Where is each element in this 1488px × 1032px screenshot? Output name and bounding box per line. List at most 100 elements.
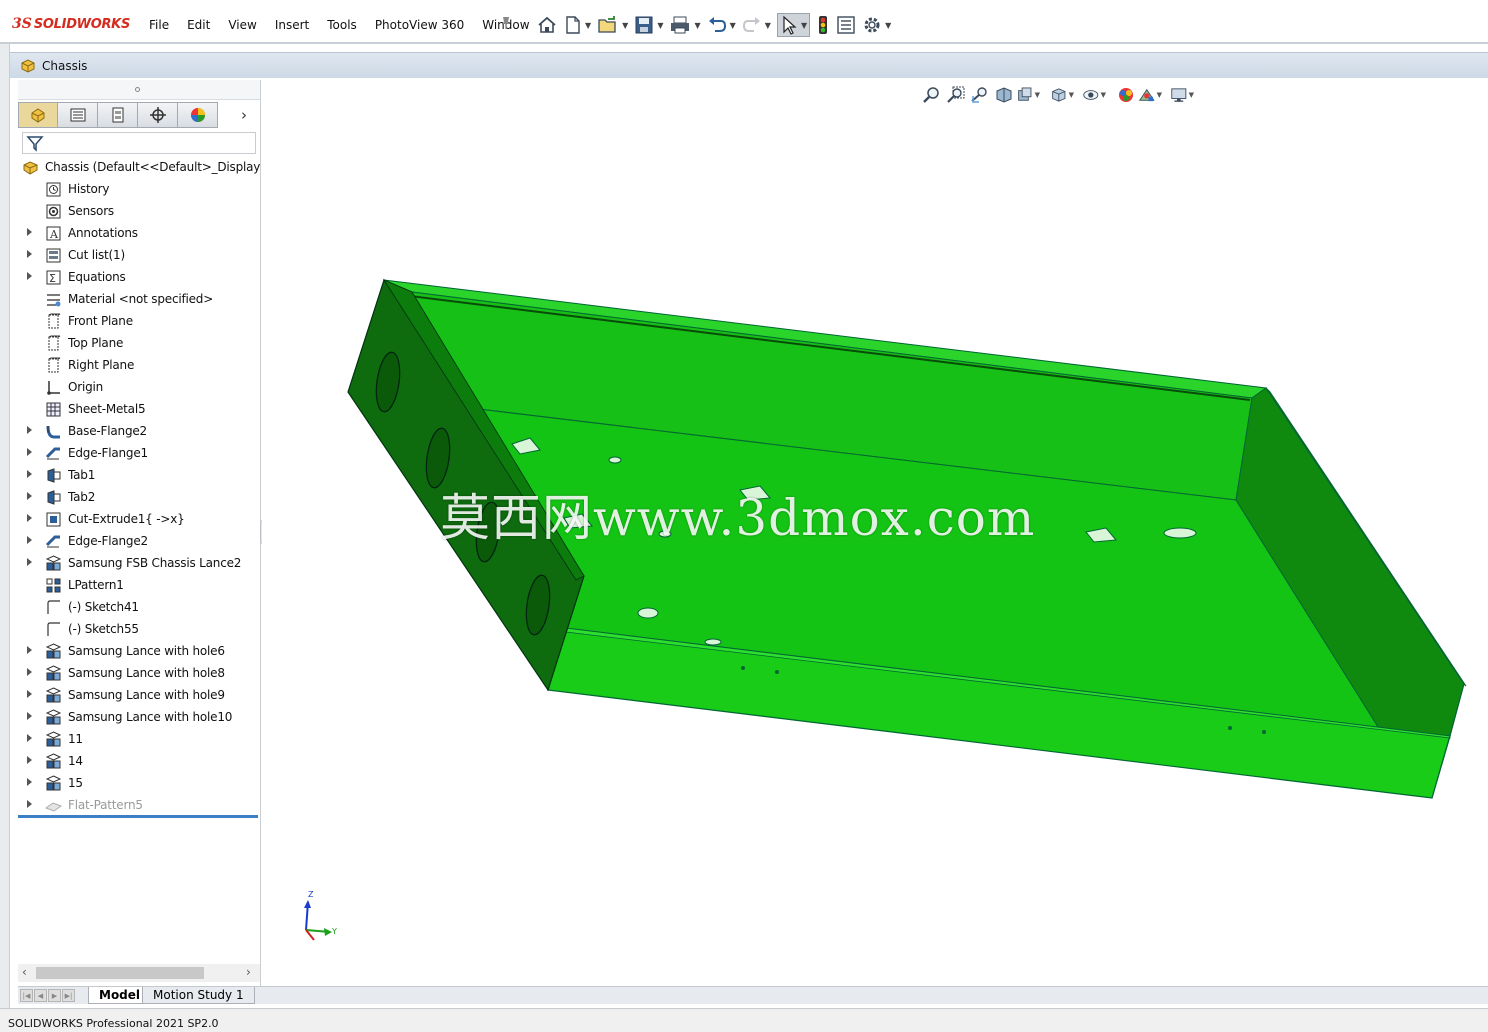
tree-item[interactable]: Origin — [18, 376, 260, 398]
file-properties-icon[interactable] — [836, 13, 856, 37]
tree-item[interactable]: Cut-Extrude1{ ->x} — [18, 508, 260, 530]
chevron-down-icon[interactable]: ▼ — [622, 21, 628, 30]
tree-item[interactable]: Right Plane — [18, 354, 260, 376]
expand-arrow-icon[interactable] — [27, 470, 32, 478]
expand-arrow-icon[interactable] — [27, 250, 32, 258]
tree-item[interactable]: LPattern1 — [18, 574, 260, 596]
cut-list-icon — [45, 247, 62, 264]
tree-item[interactable]: 15 — [18, 772, 260, 794]
rollback-bar[interactable] — [18, 815, 258, 818]
print-icon[interactable]: ▼ — [669, 13, 701, 37]
expand-arrow-icon[interactable] — [27, 668, 32, 676]
sketch-icon — [45, 621, 62, 638]
tree-item[interactable]: Flat-Pattern5 — [18, 794, 260, 816]
save-icon[interactable]: ▼ — [634, 13, 663, 37]
tab-motion-study[interactable]: Motion Study 1 — [142, 987, 255, 1004]
featuremanager-tab[interactable] — [18, 102, 58, 128]
undo-icon[interactable]: ▼ — [707, 13, 736, 37]
menu-edit[interactable]: Edit — [178, 18, 219, 32]
chevron-down-icon[interactable]: ▼ — [657, 21, 663, 30]
propertymanager-tab[interactable] — [58, 102, 98, 128]
options-icon[interactable]: ▼ — [862, 13, 891, 37]
expand-arrow-icon[interactable] — [27, 536, 32, 544]
expand-arrow-icon[interactable] — [27, 228, 32, 236]
tree-item[interactable]: Edge-Flange2 — [18, 530, 260, 552]
tree-item[interactable]: Tab2 — [18, 486, 260, 508]
expand-arrow-icon[interactable] — [27, 712, 32, 720]
scroll-thumb[interactable] — [36, 967, 204, 979]
expand-arrow-icon[interactable] — [27, 800, 32, 808]
tree-item[interactable]: 14 — [18, 750, 260, 772]
expand-arrow-icon[interactable] — [27, 734, 32, 742]
document-title-bar: Chassis — [10, 52, 1488, 78]
menu-view[interactable]: View — [219, 18, 265, 32]
pin-icon[interactable] — [500, 16, 512, 33]
tree-item[interactable]: Front Plane — [18, 310, 260, 332]
displaymanager-tab[interactable] — [178, 102, 218, 128]
tree-item[interactable]: Samsung FSB Chassis Lance2 — [18, 552, 260, 574]
tree-item[interactable]: History — [18, 178, 260, 200]
scroll-right-icon[interactable]: › — [246, 965, 251, 979]
expand-arrow-icon[interactable] — [27, 492, 32, 500]
dimxpertmanager-tab[interactable] — [138, 102, 178, 128]
tree-item[interactable]: Top Plane — [18, 332, 260, 354]
chevron-down-icon[interactable]: ▼ — [765, 21, 771, 30]
select-icon[interactable]: ▼ — [776, 13, 811, 37]
home-icon[interactable] — [536, 13, 558, 37]
tree-item[interactable]: Samsung Lance with hole10 — [18, 706, 260, 728]
tree-item[interactable]: Base-Flange2 — [18, 420, 260, 442]
expand-arrow-icon[interactable] — [27, 756, 32, 764]
tree-item[interactable]: Sheet-Metal5 — [18, 398, 260, 420]
tree-filter-input[interactable] — [22, 132, 256, 154]
tree-item[interactable]: Material <not specified> — [18, 288, 260, 310]
expand-arrow-icon[interactable] — [27, 558, 32, 566]
expand-arrow-icon[interactable] — [27, 514, 32, 522]
tree-item[interactable]: Tab1 — [18, 464, 260, 486]
tree-item[interactable]: (-) Sketch41 — [18, 596, 260, 618]
chevron-down-icon[interactable]: ▼ — [801, 21, 807, 30]
redo-icon[interactable]: ▼ — [742, 13, 771, 37]
chevron-down-icon[interactable]: ▼ — [730, 21, 736, 30]
first-tab-icon[interactable]: |◀ — [20, 989, 33, 1002]
menu-file[interactable]: File — [140, 18, 178, 32]
scroll-left-icon[interactable]: ‹ — [22, 965, 27, 979]
tree-item[interactable]: 11 — [18, 728, 260, 750]
rebuild-icon[interactable] — [816, 13, 830, 37]
menu-insert[interactable]: Insert — [266, 18, 318, 32]
chevron-down-icon[interactable]: ▼ — [885, 21, 891, 30]
tree-root-part[interactable]: Chassis (Default<<Default>_Display Stat — [18, 156, 260, 178]
configurationmanager-tab[interactable] — [98, 102, 138, 128]
prev-tab-icon[interactable]: ◀ — [34, 989, 47, 1002]
tree-item-label: Equations — [68, 270, 126, 284]
last-tab-icon[interactable]: ▶| — [62, 989, 75, 1002]
plane-icon — [45, 335, 62, 352]
next-tab-icon[interactable]: ▶ — [48, 989, 61, 1002]
expand-arrow-icon[interactable] — [27, 448, 32, 456]
tree-item[interactable]: Samsung Lance with hole6 — [18, 640, 260, 662]
chevron-right-icon[interactable]: › — [241, 106, 247, 124]
chevron-down-icon[interactable]: ▼ — [694, 21, 700, 30]
tree-item[interactable]: Cut list(1) — [18, 244, 260, 266]
tree-item[interactable]: Sensors — [18, 200, 260, 222]
solidworks-logo[interactable]: 3S SOLIDWORKS — [12, 14, 130, 34]
expand-arrow-icon[interactable] — [27, 778, 32, 786]
annotations-icon: A — [45, 225, 62, 242]
tree-item[interactable]: (-) Sketch55 — [18, 618, 260, 640]
expand-arrow-icon[interactable] — [27, 272, 32, 280]
tree-item[interactable]: A Annotations — [18, 222, 260, 244]
expand-arrow-icon[interactable] — [27, 690, 32, 698]
expand-arrow-icon[interactable] — [27, 646, 32, 654]
open-icon[interactable]: ▼ — [597, 13, 628, 37]
menu-photoview[interactable]: PhotoView 360 — [366, 18, 473, 32]
tree-item[interactable]: Σ Equations — [18, 266, 260, 288]
menu-tools[interactable]: Tools — [318, 18, 366, 32]
chevron-down-icon[interactable]: ▼ — [585, 21, 591, 30]
tree-item[interactable]: Edge-Flange1 — [18, 442, 260, 464]
tree-item-label: Material <not specified> — [68, 292, 214, 306]
panel-grip[interactable] — [18, 80, 260, 100]
tree-item[interactable]: Samsung Lance with hole9 — [18, 684, 260, 706]
tree-item[interactable]: Samsung Lance with hole8 — [18, 662, 260, 684]
expand-arrow-icon[interactable] — [27, 426, 32, 434]
horizontal-scrollbar[interactable]: ‹ › — [18, 964, 260, 982]
new-document-icon[interactable]: ▼ — [564, 13, 591, 37]
